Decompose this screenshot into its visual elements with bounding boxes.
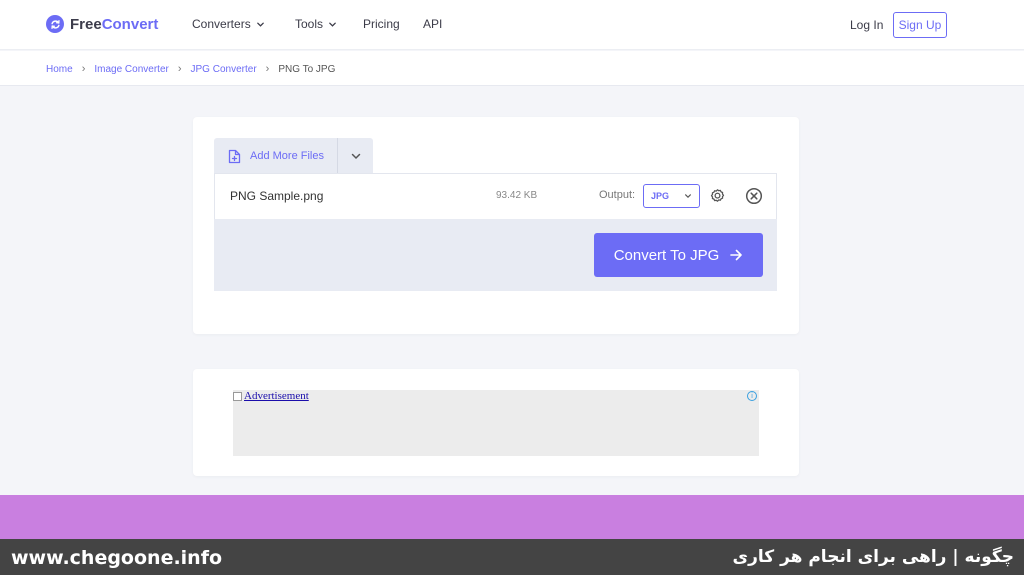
convert-area: Convert To JPG [214,219,777,291]
nav-pricing-label: Pricing [363,17,400,31]
convert-button[interactable]: Convert To JPG [594,233,763,277]
add-files-dropdown-toggle[interactable] [338,138,373,174]
add-more-files-button[interactable]: Add More Files [214,138,338,174]
file-row: PNG Sample.png 93.42 KB Output: JPG [214,173,777,220]
output-label: Output: [599,189,636,201]
nav-converters-label: Converters [192,17,251,31]
freeconvert-logo[interactable]: FreeConvert [46,15,158,33]
logo-refresh-icon [46,15,64,33]
close-circle-icon[interactable] [745,187,763,205]
logo-brand: Free [70,15,102,33]
signup-button[interactable]: Sign Up [893,12,947,38]
breadcrumb-chevron-icon: › [81,63,86,75]
output-format-value: JPG [651,191,670,201]
chevron-down-icon [329,22,336,27]
broken-image-icon [233,391,242,401]
add-more-files-group: Add More Files [214,138,373,174]
convert-button-label: Convert To JPG [613,246,720,264]
advertisement-link[interactable]: Advertisement [233,390,309,402]
file-name: PNG Sample.png [230,189,324,203]
advertisement-box: Advertisement i [233,390,759,456]
breadcrumb-chevron-icon: › [177,63,182,75]
breadcrumb-chevron-icon: › [265,63,270,75]
breadcrumb-home[interactable]: Home [46,64,73,75]
file-size: 93.42 KB [496,190,538,201]
breadcrumb-current: PNG To JPG [278,63,336,75]
watermark-footer: www.chegoone.info چگونه | راهی برای انجا… [0,539,1024,575]
gear-icon[interactable] [708,186,727,205]
watermark-url: www.chegoone.info [11,547,223,569]
chevron-down-icon [256,22,264,27]
logo-text: FreeConvert [70,16,158,33]
login-link[interactable]: Log In [850,18,883,32]
file-add-icon [228,149,241,163]
logo-accent: Convert [101,15,159,33]
purple-banner [0,495,1024,539]
watermark-tagline: چگونه | راهی برای انجام هر کاری [732,547,1014,567]
output-format-select[interactable]: JPG [643,184,700,208]
add-more-files-label: Add More Files [250,150,324,162]
top-navigation: FreeConvert Converters Tools Pricing API… [0,0,1024,50]
nav-tools-label: Tools [295,17,324,31]
nav-api[interactable]: API [423,17,442,31]
nav-pricing[interactable]: Pricing [363,17,400,31]
ad-info-icon[interactable]: i [747,391,757,401]
breadcrumb-jpg-converter[interactable]: JPG Converter [191,64,257,75]
chevron-down-icon [685,194,691,198]
arrow-right-icon [730,249,743,261]
nav-tools[interactable]: Tools [295,17,337,31]
chevron-down-icon [351,153,360,160]
advertisement-text: Advertisement [244,390,309,402]
breadcrumb: Home › Image Converter › JPG Converter ›… [46,63,335,75]
breadcrumb-bar: Home › Image Converter › JPG Converter ›… [0,51,1024,86]
nav-api-label: API [423,17,443,31]
nav-converters[interactable]: Converters [192,17,265,31]
breadcrumb-image-converter[interactable]: Image Converter [94,64,168,75]
